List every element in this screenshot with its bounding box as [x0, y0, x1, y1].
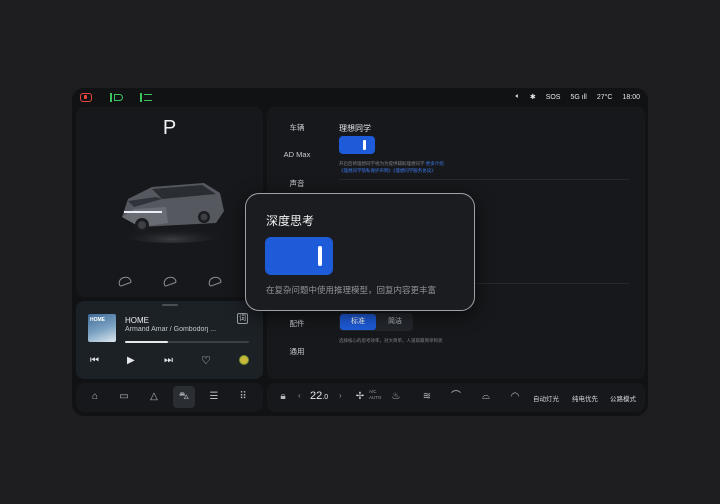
next-track-icon[interactable]: ⏭︎ — [164, 355, 173, 366]
nav-general[interactable]: 通用 — [267, 346, 327, 357]
vehicle-panel: P — [76, 107, 263, 297]
split-view-icon[interactable]: ☰ — [207, 390, 221, 404]
status-bar: 🔈︎ ✱ SOS 5G ıll 27°C 18:00 — [72, 88, 648, 108]
nav-sound[interactable]: 声音 — [267, 178, 327, 189]
road-mode-button[interactable]: 公路模式 — [610, 393, 636, 403]
more-info-link[interactable]: 更多介绍 — [426, 161, 444, 166]
play-icon[interactable]: ▶︎ — [127, 355, 135, 366]
defrost-icon[interactable]: ≋ — [420, 390, 434, 404]
ac-label: A/C — [369, 389, 377, 394]
nav-ad-max[interactable]: AD Max — [267, 150, 327, 159]
apps-grid-icon[interactable]: ⠿ — [236, 390, 250, 404]
mode-concise[interactable]: 简洁 — [377, 314, 413, 330]
artist-name: Armand Amar / Gombodorj ... — [125, 326, 217, 333]
assistant-toggle[interactable] — [339, 136, 375, 154]
popup-description: 在复杂问题中使用推理模型，回复内容更丰富 — [266, 285, 437, 295]
gear-indicator: P — [162, 117, 177, 139]
playback-progress[interactable] — [125, 341, 249, 343]
rear-trunk-icon[interactable] — [208, 275, 222, 285]
assistant-description: 开启后将理想同学视为为提供辅助理想同学 更多介绍 《理想同学隐私保护声明》《理想… — [339, 161, 444, 173]
charge-port-dock-icon[interactable]: ⌓ — [479, 390, 493, 404]
speaker-icon[interactable]: 🔈︎ — [516, 93, 520, 101]
seat-heat-icon[interactable]: ♨︎ — [389, 390, 403, 404]
privacy-links[interactable]: 《理想同学隐私保护声明》《理想同学服务协议》 — [339, 168, 436, 173]
nav-accessories[interactable]: 配件 — [267, 318, 327, 329]
front-trunk-dock-icon[interactable]: ⌒ — [449, 390, 463, 404]
clock: 18:00 — [622, 93, 640, 101]
song-title: HOME — [125, 316, 149, 325]
home-icon[interactable]: ⌂ — [88, 390, 102, 404]
drag-handle[interactable] — [162, 304, 178, 306]
car-settings-icon[interactable]: ⛍ — [173, 386, 195, 408]
lyrics-button[interactable]: 词 — [237, 313, 248, 324]
assistant-section-title: 理想同学 — [339, 124, 371, 133]
album-art: HOME — [88, 314, 116, 342]
app-dock: ⌂ ▭ △ ⛍ ☰ ⠿ — [76, 383, 263, 412]
position-light-icon — [140, 93, 154, 102]
cabin-temperature[interactable]: 22.0 — [310, 390, 328, 402]
assistant-avatar[interactable] — [239, 355, 249, 365]
navigation-icon[interactable]: △ — [147, 390, 161, 404]
lock-icon[interactable]: 🔒︎ — [276, 390, 290, 404]
brake-warning-icon — [80, 93, 92, 102]
mode-description: 选择核心的思考效率，对大简单，人道取最简单和状 — [339, 338, 443, 343]
auto-lights-button[interactable]: 自动灯光 — [533, 393, 559, 403]
sos-label[interactable]: SOS — [546, 94, 561, 101]
mode-segmented-control[interactable]: 标准 简洁 — [339, 313, 413, 331]
rear-trunk-dock-icon[interactable]: ◠ — [508, 390, 522, 404]
deep-thinking-toggle[interactable] — [265, 237, 333, 275]
climate-dock: 🔒︎ ‹ 22.0 › ✢ A/C AUTO ♨︎ ≋ ⌒ ⌓ ◠ 自动灯光 纯电… — [267, 383, 645, 412]
nav-vehicle[interactable]: 车辆 — [267, 122, 327, 133]
network-indicator: 5G ıll — [570, 93, 587, 101]
low-beam-icon — [110, 93, 123, 102]
media-player[interactable]: HOME HOME Armand Amar / Gombodorj ... 词 … — [76, 301, 263, 379]
temp-down-icon[interactable]: ‹ — [298, 391, 301, 400]
ev-priority-button[interactable]: 纯电优先 — [572, 393, 598, 403]
popup-title: 深度思考 — [266, 214, 315, 228]
charge-port-icon[interactable] — [163, 275, 177, 285]
fan-icon[interactable]: ✢ — [353, 390, 367, 404]
auto-label: AUTO — [369, 395, 382, 400]
mode-standard[interactable]: 标准 — [340, 314, 376, 330]
bluetooth-icon[interactable]: ✱ — [530, 93, 536, 101]
front-trunk-icon[interactable] — [118, 275, 132, 285]
temp-up-icon[interactable]: › — [339, 391, 342, 400]
previous-track-icon[interactable]: ⏮︎ — [90, 355, 99, 366]
car-3d-model — [114, 183, 230, 243]
outside-temperature: 27°C — [596, 93, 613, 101]
screens-icon[interactable]: ▭ — [117, 390, 131, 404]
favorite-heart-icon[interactable]: ♡ — [201, 354, 211, 367]
deep-thinking-popup: 深度思考 在复杂问题中使用推理模型，回复内容更丰富 — [245, 193, 475, 311]
